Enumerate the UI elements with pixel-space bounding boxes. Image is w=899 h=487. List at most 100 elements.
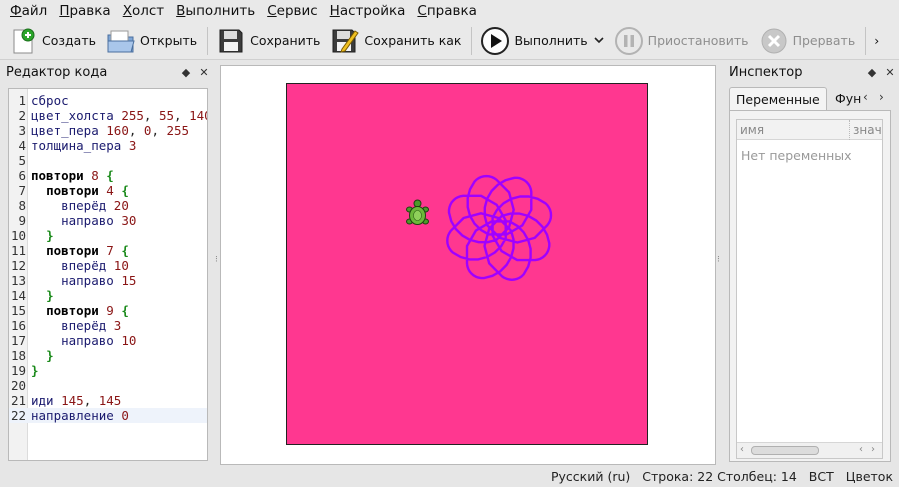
menu-item-4[interactable]: Сервис	[261, 0, 323, 22]
code-text: направо 30	[61, 213, 137, 228]
code-text: }	[31, 363, 39, 378]
new-file-icon	[8, 26, 38, 56]
code-line[interactable]: 20	[9, 378, 207, 393]
line-number: 9	[18, 213, 26, 228]
code-line[interactable]: 14 }	[9, 288, 207, 303]
scroll-left-icon[interactable]: ‹	[859, 444, 863, 455]
line-number: 16	[10, 318, 26, 333]
inspector-title: Инспектор	[729, 64, 803, 80]
toolbar-overflow-button[interactable]: ›	[870, 24, 885, 58]
close-icon[interactable]: ✕	[195, 66, 213, 79]
code-text: }	[46, 288, 54, 303]
inspector-tabs: Переменные Фун ‹ ›	[729, 87, 899, 111]
column-header-value[interactable]: знач	[849, 120, 882, 140]
save-button[interactable]: Сохранить	[212, 24, 326, 58]
code-text: повтори 8 {	[31, 168, 114, 183]
left-splitter-handle[interactable]: ⁝	[215, 256, 218, 270]
run-button[interactable]: Выполнить	[476, 24, 609, 58]
code-line[interactable]: 7 повтори 4 {	[9, 183, 207, 198]
empty-message: Нет переменных	[741, 148, 852, 163]
code-text: вперёд 10	[61, 258, 129, 273]
code-text: цвет_холста 255, 55, 140	[31, 108, 207, 123]
menu-label-rest: ыполнить	[185, 3, 256, 19]
code-line[interactable]: 1 сброс	[9, 93, 207, 108]
code-line[interactable]: 11 повтори 7 {	[9, 243, 207, 258]
menu-mnemonic: Ф	[10, 3, 22, 19]
scroll-left-icon[interactable]: ‹	[740, 444, 744, 455]
drawing-canvas	[286, 83, 648, 445]
status-bar: Русский (ru) Строка: 22 Столбец: 14 ВСТ …	[0, 466, 899, 487]
scroll-right-icon[interactable]: ›	[871, 444, 875, 455]
abort-button[interactable]: Прервать	[755, 24, 862, 58]
toolbar-separator	[865, 26, 867, 55]
line-number: 11	[10, 243, 26, 258]
menu-label-rest: астройка	[339, 3, 406, 19]
new-button[interactable]: Создать	[4, 24, 102, 58]
code-text: цвет_пера 160, 0, 255	[31, 123, 190, 138]
horizontal-scrollbar[interactable]: ‹ ‹ ›	[737, 442, 882, 458]
float-icon[interactable]: ◆	[177, 66, 195, 79]
code-line[interactable]: 3 цвет_пера 160, 0, 255	[9, 123, 207, 138]
code-line[interactable]: 16 вперёд 3	[9, 318, 207, 333]
save-as-button[interactable]: Сохранить как	[326, 24, 467, 58]
menu-item-0[interactable]: Файл	[4, 0, 53, 22]
status-cursor-position: Строка: 22 Столбец: 14	[642, 469, 797, 484]
pause-icon	[614, 26, 644, 56]
code-line[interactable]: 9 направо 30	[9, 213, 207, 228]
code-line[interactable]: 4 толщина_пера 3	[9, 138, 207, 153]
code-editor[interactable]: 1 сброс 2 цвет_холста 255, 55, 140 3 цвет_пер…	[8, 88, 208, 461]
code-line[interactable]: 5	[9, 153, 207, 168]
close-icon[interactable]: ✕	[881, 66, 899, 79]
code-line[interactable]: 18 }	[9, 348, 207, 363]
abort-button-label: Прервать	[792, 33, 856, 48]
menu-item-1[interactable]: Правка	[53, 0, 116, 22]
code-text: повтори 7 {	[46, 243, 129, 258]
line-number: 17	[10, 333, 26, 348]
menu-item-3[interactable]: Выполнить	[170, 0, 261, 22]
column-header-name[interactable]: имя	[737, 120, 849, 140]
float-icon[interactable]: ◆	[863, 66, 881, 79]
toolbar-separator	[207, 26, 209, 55]
scrollbar-thumb[interactable]	[751, 446, 819, 455]
pause-button-label: Приостановить	[647, 33, 749, 48]
line-number: 18	[10, 348, 26, 363]
chevron-down-icon[interactable]	[594, 34, 604, 47]
tab-functions[interactable]: Фун	[829, 87, 867, 111]
toolbar-separator	[471, 26, 473, 55]
code-line[interactable]: 6 повтори 8 {	[9, 168, 207, 183]
editor-dock-title: Редактор кода ◆ ✕	[0, 62, 213, 82]
menu-mnemonic: П	[59, 3, 70, 19]
toolbar: Создать Открыть Сохранить Сохранить как …	[0, 22, 899, 60]
code-line[interactable]: 12 вперёд 10	[9, 258, 207, 273]
line-number: 20	[10, 378, 26, 393]
right-splitter-handle[interactable]: ⁝	[717, 256, 720, 270]
code-line[interactable]: 21 иди 145, 145	[9, 393, 207, 408]
menu-item-6[interactable]: Справка	[411, 0, 483, 22]
code-text: направление 0	[31, 408, 129, 423]
line-number: 8	[18, 198, 26, 213]
code-line[interactable]: 8 вперёд 20	[9, 198, 207, 213]
canvas-drawing	[287, 84, 647, 444]
line-number: 4	[18, 138, 26, 153]
code-line[interactable]: 22 направление 0	[9, 408, 207, 423]
code-line[interactable]: 2 цвет_холста 255, 55, 140	[9, 108, 207, 123]
line-number: 21	[10, 393, 26, 408]
code-line[interactable]: 17 направо 10	[9, 333, 207, 348]
chevron-left-icon[interactable]: ‹	[863, 90, 868, 104]
pause-button[interactable]: Приостановить	[610, 24, 755, 58]
menu-mnemonic: С	[267, 3, 277, 19]
open-button[interactable]: Открыть	[102, 24, 203, 58]
code-line[interactable]: 10 }	[9, 228, 207, 243]
code-line[interactable]: 13 направо 15	[9, 273, 207, 288]
menu-mnemonic: Х	[122, 3, 132, 19]
code-line[interactable]: 19}	[9, 363, 207, 378]
code-text: вперёд 20	[61, 198, 129, 213]
menu-label-rest: ервис	[276, 3, 318, 19]
code-line[interactable]: 15 повтори 9 {	[9, 303, 207, 318]
menu-item-5[interactable]: Настройка	[324, 0, 412, 22]
chevron-right-icon[interactable]: ›	[879, 90, 884, 104]
menu-item-2[interactable]: Холст	[117, 0, 170, 22]
tab-variables[interactable]: Переменные	[729, 87, 827, 111]
line-number: 13	[10, 273, 26, 288]
menu-bar: Файл Правка Холст Выполнить Сервис Настройка С…	[0, 0, 899, 22]
